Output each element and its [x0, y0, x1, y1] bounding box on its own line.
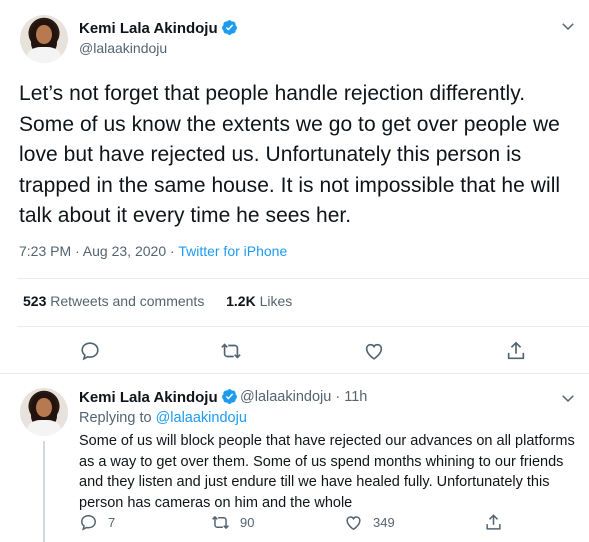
author-handle[interactable]: @lalaakindoju	[79, 40, 167, 56]
likes-stat[interactable]: 1.2K Likes	[226, 293, 292, 309]
reply-meta: @lalaakindoju · 11h	[240, 389, 368, 405]
share-icon	[507, 341, 525, 360]
retweet-icon	[212, 515, 229, 530]
share-button[interactable]	[505, 340, 529, 364]
author-name[interactable]: Kemi Lala Akindoju	[79, 19, 238, 37]
tweet-meta: 7:23 PM · Aug 23, 2020 · Twitter for iPh…	[19, 243, 287, 259]
reply-author-name[interactable]: Kemi Lala Akindoju	[79, 388, 238, 406]
reply-icon	[81, 342, 99, 361]
reply-author-handle[interactable]: @lalaakindoju	[240, 389, 331, 405]
retweets-stat[interactable]: 523 Retweets and comments	[23, 293, 204, 309]
verified-badge-icon	[221, 389, 237, 404]
reply-author-avatar[interactable]	[20, 388, 68, 436]
reply-icon	[81, 515, 96, 531]
author-avatar[interactable]	[20, 15, 68, 63]
section-divider	[0, 373, 589, 374]
reply-button[interactable]	[79, 340, 103, 364]
reply-time[interactable]: 11h	[344, 389, 367, 405]
verified-badge-icon	[221, 20, 237, 35]
chevron-down-icon[interactable]	[559, 17, 577, 35]
replying-to-handle[interactable]: @lalaakindoju	[156, 410, 247, 426]
tweet-text: Let’s not forget that people handle reje…	[19, 82, 561, 227]
main-tweet: Kemi Lala Akindoju @lalaakindoju Let’s n…	[0, 0, 589, 373]
retweet-count: 90	[240, 515, 255, 530]
retweet-icon	[221, 343, 241, 359]
tweet-actions	[0, 336, 589, 366]
retweet-button[interactable]	[220, 340, 244, 364]
replying-to: Replying to @lalaakindoju	[79, 410, 247, 426]
reply-share-button[interactable]	[484, 513, 513, 532]
reply-like-button[interactable]: 349	[344, 513, 395, 532]
like-button[interactable]	[363, 340, 387, 364]
like-count: 349	[373, 515, 395, 530]
share-icon	[486, 514, 501, 530]
divider	[17, 278, 589, 279]
reply-text: Some of us will block people that have r…	[79, 433, 575, 511]
chevron-down-icon[interactable]	[559, 389, 577, 407]
reply-count: 7	[108, 515, 116, 530]
reply-reply-button[interactable]: 7	[79, 513, 115, 532]
divider	[17, 326, 589, 327]
tweet-source[interactable]: Twitter for iPhone	[178, 243, 287, 259]
like-icon	[365, 343, 383, 360]
reply-actions: 7 90 349	[0, 513, 589, 537]
like-icon	[346, 516, 361, 531]
reply-retweet-button[interactable]: 90	[211, 513, 254, 532]
tweet-timestamp[interactable]: 7:23 PM · Aug 23, 2020	[19, 243, 166, 259]
meta-separator: ·	[166, 243, 179, 259]
tweet-stats: 523 Retweets and comments 1.2K Likes	[23, 293, 292, 309]
